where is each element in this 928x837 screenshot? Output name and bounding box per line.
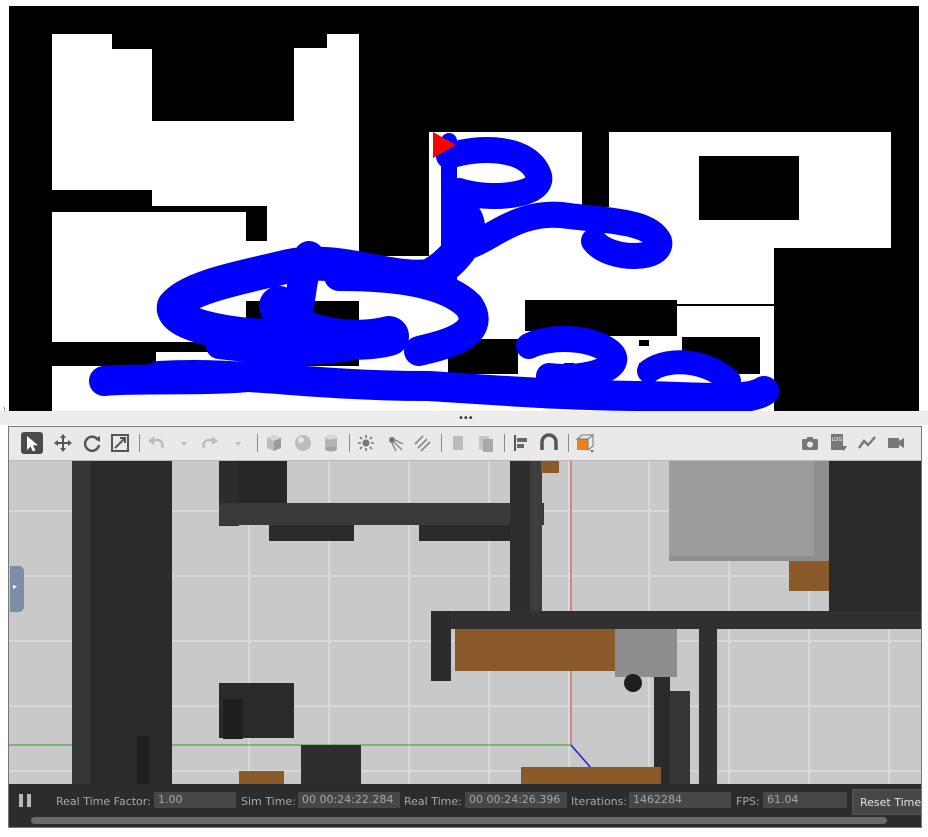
- screenshot-icon[interactable]: [799, 432, 821, 454]
- redo-icon[interactable]: [199, 432, 221, 454]
- splitter-grip-icon: •••: [458, 413, 474, 424]
- occupancy-map: [9, 6, 919, 411]
- real-time-value: 00 00:24:26.396: [465, 792, 567, 808]
- log-badge: LOG: [832, 437, 843, 443]
- spot-light-icon[interactable]: [384, 432, 406, 454]
- occupancy-map-panel[interactable]: [9, 6, 919, 411]
- simulation-scene: [9, 461, 921, 784]
- iterations-label: Iterations:: [571, 795, 628, 808]
- real-time-factor-label: Real Time Factor:: [56, 795, 151, 808]
- fps-label: FPS:: [736, 795, 760, 808]
- horizontal-scrollbar[interactable]: [31, 817, 887, 824]
- point-light-icon[interactable]: [355, 432, 377, 454]
- align-icon[interactable]: [510, 432, 532, 454]
- 3d-viewport[interactable]: ▸: [9, 461, 921, 784]
- scale-mode-icon[interactable]: [109, 432, 131, 454]
- select-mode-icon[interactable]: [21, 432, 43, 454]
- status-bar: Real Time Factor: 1.00 Sim Time: 00 00:2…: [9, 784, 921, 827]
- plot-icon[interactable]: [856, 432, 878, 454]
- real-time-label: Real Time:: [404, 795, 462, 808]
- real-time-factor-value: 1.00: [154, 792, 236, 808]
- copy-icon[interactable]: [447, 432, 469, 454]
- reset-time-button[interactable]: Reset Time: [852, 789, 921, 815]
- box-icon[interactable]: [263, 432, 285, 454]
- translate-mode-icon[interactable]: [52, 432, 74, 454]
- gazebo-simulator: LOG ▸ Real Time Factor: 1.00 Sim Time: 0…: [8, 426, 922, 828]
- sphere-icon[interactable]: [292, 432, 314, 454]
- undo-history-icon[interactable]: [173, 432, 195, 454]
- paste-icon[interactable]: [475, 432, 497, 454]
- redo-history-icon[interactable]: [227, 432, 249, 454]
- fps-value: 61.04: [763, 792, 847, 808]
- snap-icon[interactable]: [538, 432, 560, 454]
- panel-splitter[interactable]: •••: [0, 411, 928, 425]
- sim-time-label: Sim Time:: [241, 795, 296, 808]
- iterations-value: 1462284: [629, 792, 731, 808]
- pause-icon[interactable]: [17, 792, 35, 810]
- sim-time-value: 00 00:24:22.284: [298, 792, 400, 808]
- directional-light-icon[interactable]: [411, 432, 433, 454]
- rotate-mode-icon[interactable]: [81, 432, 103, 454]
- cylinder-icon[interactable]: [320, 432, 342, 454]
- log-icon[interactable]: LOG: [827, 432, 849, 454]
- view-angle-icon[interactable]: [574, 432, 596, 454]
- gazebo-toolbar: LOG: [9, 427, 921, 461]
- undo-icon[interactable]: [145, 432, 167, 454]
- left-panel-toggle[interactable]: ▸: [10, 566, 24, 612]
- expand-arrow-icon: ▸: [13, 582, 18, 591]
- record-video-icon[interactable]: [885, 432, 907, 454]
